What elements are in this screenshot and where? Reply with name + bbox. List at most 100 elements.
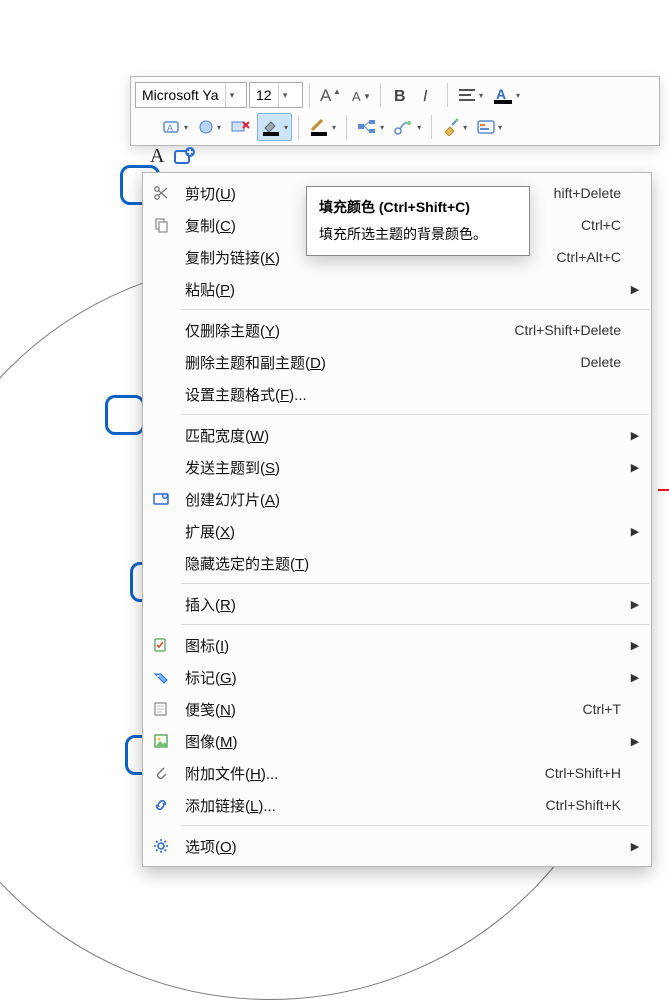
menu-item-shortcut: Ctrl+Alt+C [556, 249, 625, 265]
menu-item-shortcut: Ctrl+T [583, 701, 626, 717]
red-line [658, 489, 669, 491]
submenu-arrow-icon: ▶ [625, 283, 645, 296]
menu-item[interactable]: 标记(G) ▶ [143, 661, 651, 693]
chevron-down-icon: ▾ [332, 123, 336, 132]
chevron-down-icon: ▾ [498, 123, 502, 132]
mini-toolbar-row-1: Microsoft Ya ▾ 12 ▾ A▲ A▼ B I ▾ A ▾ [135, 81, 655, 109]
svg-text:A: A [496, 86, 506, 102]
submenu-arrow-icon: ▶ [625, 598, 645, 611]
svg-text:I: I [423, 88, 428, 104]
submenu-arrow-icon: ▶ [625, 671, 645, 684]
menu-item[interactable]: 图标(I) ▶ [143, 629, 651, 661]
task-info-button[interactable]: ▾ [473, 113, 506, 141]
menu-item-label: 添加链接(L)... [179, 795, 546, 816]
font-color-button[interactable]: A ▾ [489, 81, 524, 109]
canvas-node [105, 395, 145, 435]
clip-icon [143, 765, 179, 781]
scissors-icon [143, 185, 179, 201]
menu-item[interactable]: 删除主题和副主题(D)Delete [143, 346, 651, 378]
submenu-arrow-icon: ▶ [625, 735, 645, 748]
menu-item[interactable]: 插入(R) ▶ [143, 588, 651, 620]
note-icon [143, 701, 179, 717]
format-painter-button[interactable]: ▾ [438, 113, 471, 141]
separator [298, 115, 299, 139]
topic-edit-handles: A [142, 141, 204, 172]
menu-item-label: 标记(G) [179, 667, 621, 688]
italic-button[interactable]: I [415, 81, 441, 109]
menu-item[interactable]: 隐藏选定的主题(T) [143, 547, 651, 579]
image-icon [143, 733, 179, 749]
menu-item[interactable]: 粘贴(P)▶ [143, 273, 651, 305]
menu-item-label: 图像(M) [179, 731, 621, 752]
menu-item-label: 插入(R) [179, 594, 621, 615]
bold-button[interactable]: B [387, 81, 413, 109]
chevron-down-icon: ▾ [284, 123, 288, 132]
menu-item-label: 扩展(X) [179, 521, 621, 542]
font-size-combo[interactable]: 12 ▾ [249, 82, 303, 108]
tooltip-body: 填充所选主题的背景颜色。 [319, 224, 517, 245]
submenu-arrow-icon: ▶ [625, 840, 645, 853]
menu-item[interactable]: 匹配宽度(W)▶ [143, 419, 651, 451]
menu-divider [181, 414, 649, 415]
svg-text:▲: ▲ [333, 87, 340, 96]
menu-item-label: 图标(I) [179, 635, 621, 656]
align-button[interactable]: ▾ [454, 81, 487, 109]
menu-item[interactable]: 选项(O) ▶ [143, 830, 651, 862]
shape-button[interactable]: ▾ [194, 113, 225, 141]
add-topic-icon[interactable] [174, 147, 196, 167]
font-size-value: 12 [250, 87, 278, 103]
menu-item[interactable]: 设置主题格式(F)... [143, 378, 651, 410]
svg-text:▼: ▼ [363, 92, 370, 101]
chevron-down-icon: ▾ [479, 91, 483, 100]
chevron-down-icon: ▾ [417, 123, 421, 132]
tag-icon [143, 669, 179, 685]
font-name-combo[interactable]: Microsoft Ya ▾ [135, 82, 247, 108]
layout-icon [357, 119, 377, 135]
menu-item[interactable]: 扩展(X)▶ [143, 515, 651, 547]
menu-item-label: 仅删除主题(Y) [179, 320, 514, 341]
menu-item-shortcut: hift+Delete [554, 185, 625, 201]
menu-item[interactable]: 附加文件(H)...Ctrl+Shift+H [143, 757, 651, 789]
line-color-icon [309, 118, 329, 136]
layout-button[interactable]: ▾ [353, 113, 388, 141]
tooltip: 填充颜色 (Ctrl+Shift+C) 填充所选主题的背景颜色。 [306, 186, 530, 256]
gear-icon [143, 838, 179, 854]
task-info-icon [477, 120, 495, 134]
menu-divider [181, 583, 649, 584]
menu-item-shortcut: Ctrl+Shift+H [545, 765, 625, 781]
menu-item[interactable]: 仅删除主题(Y)Ctrl+Shift+Delete [143, 314, 651, 346]
menu-item-shortcut: Ctrl+C [581, 217, 625, 233]
menu-item-shortcut: Ctrl+Shift+K [546, 797, 625, 813]
menu-item-label: 发送主题到(S) [179, 457, 621, 478]
menu-item[interactable]: 发送主题到(S)▶ [143, 451, 651, 483]
badge-icon [143, 637, 179, 653]
menu-item-shortcut: Delete [581, 354, 625, 370]
menu-item-label: 附加文件(H)... [179, 763, 545, 784]
shrink-font-icon: A▼ [350, 86, 370, 104]
chevron-down-icon: ▾ [278, 83, 292, 107]
separator [447, 83, 448, 107]
grow-font-button[interactable]: A▲ [316, 81, 344, 109]
menu-item-label: 选项(O) [179, 836, 621, 857]
menu-item[interactable]: 创建幻灯片(A) [143, 483, 651, 515]
submenu-arrow-icon: ▶ [625, 639, 645, 652]
format-painter-icon [442, 118, 460, 136]
svg-text:A: A [167, 123, 173, 133]
chevron-down-icon: ▾ [217, 123, 221, 132]
shrink-font-button[interactable]: A▼ [346, 81, 374, 109]
clear-format-button[interactable] [227, 113, 255, 141]
separator [431, 115, 432, 139]
chevron-down-icon: ▾ [184, 123, 188, 132]
svg-text:A: A [352, 89, 361, 104]
menu-item-label: 匹配宽度(W) [179, 425, 621, 446]
italic-icon: I [420, 86, 436, 104]
relationship-button[interactable]: ▾ [390, 113, 425, 141]
menu-item[interactable]: 图像(M) ▶ [143, 725, 651, 757]
menu-item[interactable]: 添加链接(L)...Ctrl+Shift+K [143, 789, 651, 821]
fill-color-button[interactable]: ▾ [257, 113, 292, 141]
line-color-button[interactable]: ▾ [305, 113, 340, 141]
mini-toolbar: Microsoft Ya ▾ 12 ▾ A▲ A▼ B I ▾ A ▾ [130, 76, 660, 146]
separator [309, 83, 310, 107]
topic-style-button[interactable]: A ▾ [159, 113, 192, 141]
menu-item[interactable]: 便笺(N)Ctrl+T [143, 693, 651, 725]
